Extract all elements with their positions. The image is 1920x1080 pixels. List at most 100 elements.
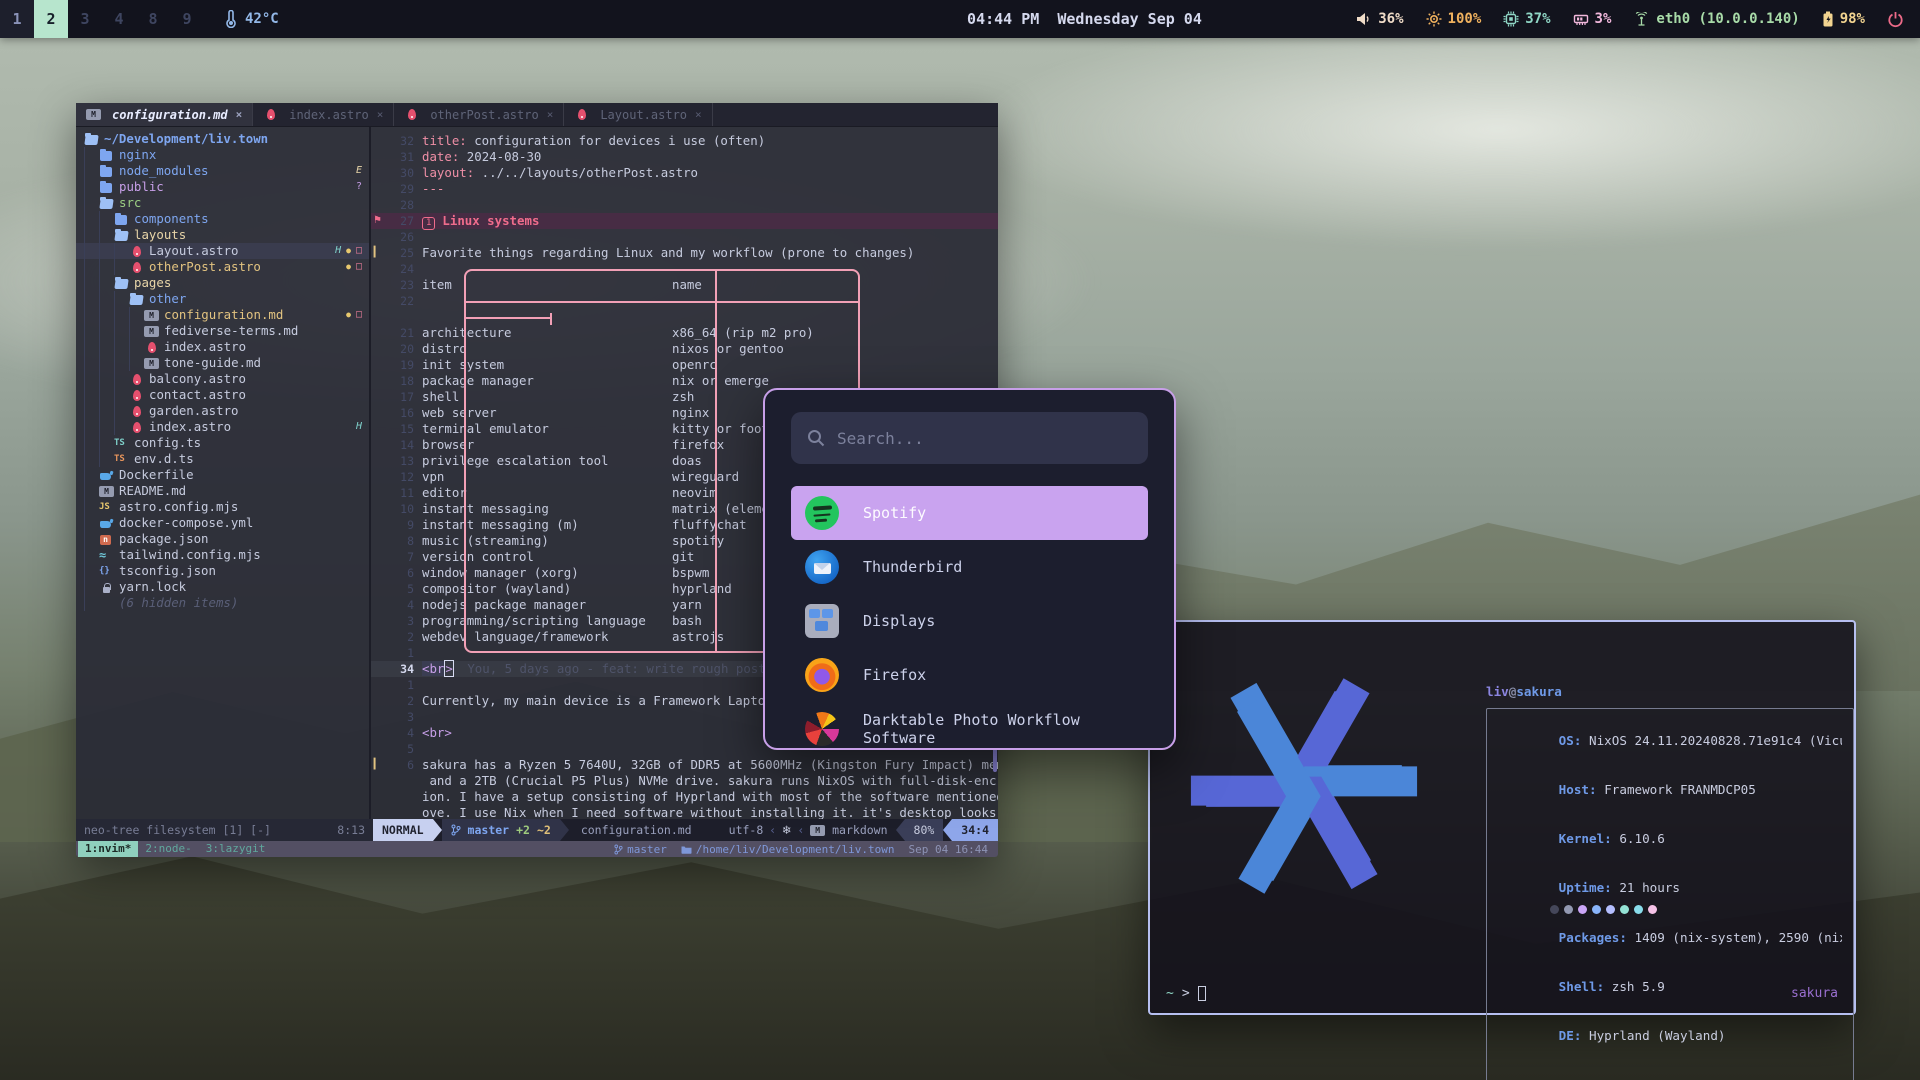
workspace-button[interactable]: 1: [0, 0, 34, 38]
search-input[interactable]: Search...: [791, 412, 1148, 464]
launcher-entry[interactable]: Darktable Photo Workflow Software: [791, 702, 1148, 750]
workspace-button[interactable]: 2: [34, 0, 68, 38]
git-added-count: +2: [516, 823, 530, 837]
fetch-info-value: 6.10.6: [1612, 831, 1665, 846]
line-number: 18: [384, 373, 414, 389]
tree-item[interactable]: yarn.lock: [76, 579, 369, 595]
tree-item[interactable]: nginx: [76, 147, 369, 163]
filetype-icon: [86, 108, 101, 121]
close-tab-icon[interactable]: ×: [547, 108, 554, 121]
fetch-info-line: WM: sway: [1498, 1061, 1842, 1080]
tree-indent-guide: [84, 195, 99, 211]
buffer-tab[interactable]: otherPost.astro ×: [394, 103, 564, 126]
tree-item[interactable]: components: [76, 211, 369, 227]
workspace-button[interactable]: 4: [102, 0, 136, 38]
file-icon: [99, 517, 114, 530]
tree-item[interactable]: astro.config.mjs: [76, 499, 369, 515]
powerline-separator: [943, 819, 952, 841]
network-widget[interactable]: eth0 (10.0.0.140): [1633, 11, 1799, 27]
tree-item[interactable]: node_modules E: [76, 163, 369, 179]
tree-item[interactable]: layouts: [76, 227, 369, 243]
buffer-tab[interactable]: configuration.md ×: [76, 103, 253, 126]
git-status-badge: ?: [356, 179, 362, 195]
close-tab-icon[interactable]: ×: [236, 108, 243, 121]
tree-item-badges: ●□: [346, 259, 369, 275]
code-text: distro: [422, 341, 467, 356]
tree-item[interactable]: tone-guide.md: [76, 355, 369, 371]
statusline-right: utf-8 ‹ ❄ ‹ M markdown: [721, 819, 896, 841]
gutter-sign: [371, 437, 384, 453]
tree-item[interactable]: pages: [76, 275, 369, 291]
line-number: 1: [384, 645, 414, 661]
gutter-sign: [371, 293, 384, 309]
launcher-entry[interactable]: Thunderbird: [791, 540, 1148, 594]
tmux-window[interactable]: 3:lazygit: [199, 841, 273, 857]
file-icon: [99, 149, 114, 162]
launcher-entry[interactable]: Spotify: [791, 486, 1148, 540]
close-tab-icon[interactable]: ×: [695, 108, 702, 121]
launcher-entry[interactable]: Firefox: [791, 648, 1148, 702]
tree-item[interactable]: README.md: [76, 483, 369, 499]
tree-item[interactable]: configuration.md ●□: [76, 307, 369, 323]
volume-widget[interactable]: 36%: [1356, 11, 1403, 27]
search-placeholder: Search...: [837, 429, 924, 448]
code-text: >: [444, 660, 453, 677]
tree-item[interactable]: ~/Development/liv.town: [76, 131, 369, 147]
tree-item[interactable]: index.astro: [76, 339, 369, 355]
filetype-icon: [263, 108, 278, 121]
tree-item[interactable]: contact.astro: [76, 387, 369, 403]
file-icon: [99, 565, 114, 578]
code-text: terminal emulator: [422, 421, 549, 436]
tree-item[interactable]: tailwind.config.mjs: [76, 547, 369, 563]
gutter-sign: [371, 453, 384, 469]
git-status-badge: □: [356, 259, 362, 275]
code-text: name: [672, 277, 702, 293]
workspace-button[interactable]: 9: [170, 0, 204, 38]
tree-item[interactable]: public ?: [76, 179, 369, 195]
code-text: yarn: [672, 597, 702, 613]
file-icon: [99, 501, 114, 514]
git-status-badge: H: [356, 419, 362, 435]
shell-prompt[interactable]: ~ >: [1166, 986, 1206, 1001]
buffer-tab[interactable]: Layout.astro ×: [564, 103, 712, 126]
code-text: instant messaging (m): [422, 517, 579, 532]
close-tab-icon[interactable]: ×: [377, 108, 384, 121]
tree-item[interactable]: index.astro H: [76, 419, 369, 435]
filetype-icon: [574, 108, 589, 121]
git-status-badge: □: [356, 243, 362, 259]
tmux-window[interactable]: 2:node-: [138, 841, 198, 857]
tree-item[interactable]: otherPost.astro ●□: [76, 259, 369, 275]
gutter-sign: [371, 229, 384, 245]
tree-item[interactable]: docker-compose.yml: [76, 515, 369, 531]
tree-item[interactable]: src: [76, 195, 369, 211]
workspace-button[interactable]: 3: [68, 0, 102, 38]
tree-item[interactable]: balcony.astro: [76, 371, 369, 387]
tree-item[interactable]: tsconfig.json: [76, 563, 369, 579]
code-text: zsh: [672, 389, 694, 405]
tree-item[interactable]: config.ts: [76, 435, 369, 451]
tree-item[interactable]: fediverse-terms.md: [76, 323, 369, 339]
fetch-info-value: 1409 (nix-system), 2590 (nix-user): [1627, 930, 1842, 945]
tree-item[interactable]: other: [76, 291, 369, 307]
line-number: 31: [384, 149, 414, 165]
buffer-tab[interactable]: index.astro ×: [253, 103, 394, 126]
tree-item[interactable]: Dockerfile: [76, 467, 369, 483]
workspace-switcher: 123489: [0, 0, 204, 38]
markdown-icon: M: [810, 825, 825, 836]
launcher-entry[interactable]: Displays: [791, 594, 1148, 648]
tree-item[interactable]: package.json: [76, 531, 369, 547]
line-number: [384, 309, 414, 325]
tree-item[interactable]: garden.astro: [76, 403, 369, 419]
buffer-tabbar: configuration.md × index.astro × otherPo…: [76, 103, 998, 127]
tree-item[interactable]: env.d.ts: [76, 451, 369, 467]
code-text: spotify: [672, 533, 724, 549]
tree-item[interactable]: (6 hidden items): [76, 595, 369, 611]
power-widget[interactable]: [1887, 11, 1904, 28]
mode-indicator: NORMAL: [373, 819, 433, 841]
line-number: 23: [384, 277, 414, 293]
tmux-window[interactable]: 1:nvim*: [78, 841, 138, 857]
brightness-widget[interactable]: 100%: [1426, 11, 1482, 27]
tree-item[interactable]: Layout.astro H●□: [76, 243, 369, 259]
workspace-button[interactable]: 8: [136, 0, 170, 38]
buffer-line: 23 itemname: [371, 277, 998, 293]
